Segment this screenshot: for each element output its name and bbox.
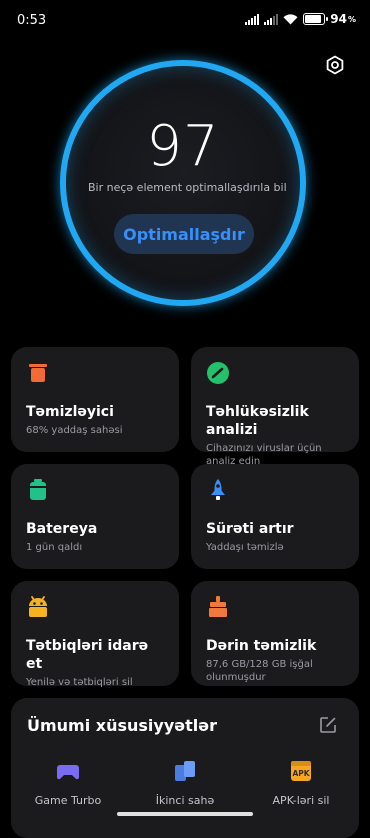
- settings-icon: [326, 55, 344, 75]
- feature-second-space[interactable]: İkinci sahə: [130, 758, 240, 807]
- tile-subtitle: 87,6 GB/128 GB işğal olunmuşdur: [206, 659, 313, 683]
- status-time: 0:53: [17, 13, 47, 28]
- tile-subtitle: 68% yaddaş sahəsi: [26, 425, 123, 436]
- rocket-icon: [211, 479, 225, 500]
- score-ring: 97 Bir neçə element optimallaşdırıla bil…: [60, 60, 306, 306]
- feature-label: İkinci sahə: [155, 794, 215, 807]
- tile-security-scan[interactable]: Təhlükəsizlik analizi Cihazınızı virusla…: [191, 347, 359, 467]
- apk-icon: APK: [291, 761, 311, 781]
- battery-icon: [30, 479, 46, 500]
- status-bar: 0:53 94%: [0, 0, 370, 40]
- gamepad-icon: [56, 765, 80, 780]
- tile-boost-speed[interactable]: Sürəti artır Yaddaşı təmizlə: [191, 464, 359, 569]
- tile-title: Batereya: [26, 521, 98, 537]
- tile-title: Tətbiqləri idarə et: [26, 638, 149, 672]
- apk-badge-text: APK: [292, 769, 310, 778]
- tile-subtitle: 1 gün qaldı: [26, 542, 83, 553]
- optimize-button[interactable]: Optimallaşdır: [114, 214, 254, 254]
- second-space-icon: [175, 761, 195, 781]
- tile-title: Dərin təmizlik: [206, 638, 317, 654]
- tile-subtitle: Yenilə və tətbiqləri sil: [26, 677, 133, 688]
- trash-icon: [29, 364, 47, 382]
- optimization-score: 97: [146, 114, 220, 179]
- tile-title: Təmizləyici: [26, 404, 114, 420]
- battery-percent: 94: [330, 12, 347, 26]
- battery-icon: [303, 13, 329, 25]
- tile-battery[interactable]: Batereya 1 gün qaldı: [11, 464, 179, 569]
- section-title: Ümumi xüsusiyyətlər: [27, 716, 217, 735]
- feature-delete-apks[interactable]: APK APK-ləri sil: [246, 758, 356, 807]
- status-icons: 94%: [245, 12, 356, 26]
- security-icon: [207, 362, 229, 384]
- tile-title: Təhlükəsizlik analizi: [206, 404, 309, 438]
- score-subtitle: Bir neçə element optimallaşdırıla bil: [88, 181, 287, 194]
- android-icon: [29, 596, 47, 617]
- feature-game-turbo[interactable]: Game Turbo: [13, 758, 123, 807]
- home-indicator[interactable]: [117, 812, 253, 816]
- feature-label: APK-ləri sil: [272, 794, 330, 807]
- tile-manage-apps[interactable]: Tətbiqləri idarə et Yenilə və tətbiqləri…: [11, 581, 179, 688]
- signal-icon: [245, 13, 260, 25]
- general-features-section: Ümumi xüsusiyyətlər Game Turbo İkinci sa…: [11, 698, 359, 838]
- tile-title: Sürəti artır: [206, 521, 294, 537]
- tile-cleaner[interactable]: Təmizləyici 68% yaddaş sahəsi: [11, 347, 179, 452]
- tile-subtitle: Yaddaşı təmizlə: [206, 542, 284, 553]
- wifi-icon: [283, 13, 298, 24]
- feature-label: Game Turbo: [34, 794, 102, 807]
- tile-deep-clean[interactable]: Dərin təmizlik 87,6 GB/128 GB işğal olun…: [191, 581, 359, 686]
- settings-button[interactable]: [322, 52, 348, 78]
- brush-icon: [209, 596, 227, 617]
- signal-icon-secondary: [264, 13, 279, 25]
- edit-icon[interactable]: [319, 716, 337, 734]
